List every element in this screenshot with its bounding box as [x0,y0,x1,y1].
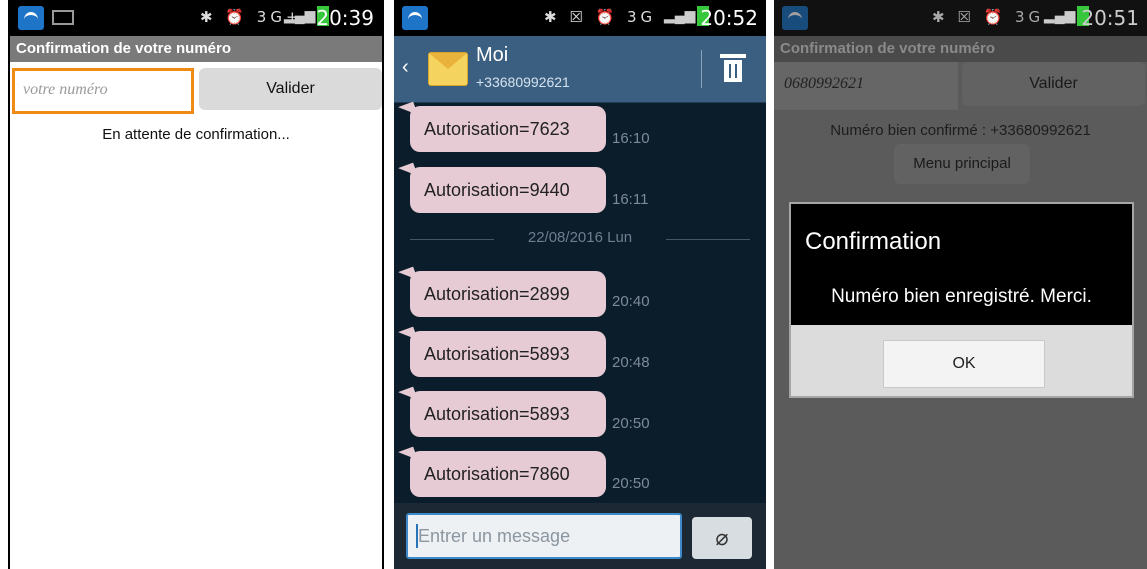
dialog-message: Numéro bien enregistré. Merci. [831,286,1092,307]
signal-icon: ▂▄▆ [664,7,696,24]
mail-notification-icon [52,10,74,25]
phone-screen-2: ✱ ☒ ⏰ 3G ▂▄▆ 20:52 ‹ Moi +33680992621 Au… [394,0,766,569]
wifi-icon [18,6,44,30]
message-bubble[interactable]: Autorisation=5893 [410,331,606,377]
date-separator: 22/08/2016 Lun [410,229,750,249]
date-separator-text: 22/08/2016 Lun [527,229,633,246]
contact-name: Moi [476,44,509,66]
message-time: 20:40 [612,293,650,310]
signal-icon: ▂▄▆ [1044,7,1076,24]
message-time: 16:10 [612,130,650,147]
message-bubble[interactable]: Autorisation=5893 [410,391,606,437]
signal-icon: ▂▄▆ [284,7,316,24]
main-menu-button[interactable]: Menu principal [894,144,1030,184]
confirmation-dialog: Confirmation Numéro bien enregistré. Mer… [789,202,1134,398]
phone-number-input[interactable]: votre numéro [12,68,194,114]
trash-icon[interactable] [720,54,746,82]
message-input[interactable]: Entrer un message [406,513,682,559]
clock: 20:39 [316,6,374,30]
back-chevron-icon[interactable]: ‹ [402,56,409,79]
message-time: 20:50 [612,415,650,432]
dialog-title: Confirmation [805,228,942,255]
validate-button[interactable]: Valider [199,68,382,110]
attach-paperclip-icon[interactable]: ⌀ [692,517,752,559]
envelope-icon [428,52,468,86]
status-message: En attente de confirmation... [102,126,290,143]
status-icons: ✱ ☒ ⏰ 3G [544,8,657,26]
wifi-icon [782,6,808,30]
ok-button[interactable]: OK [883,340,1045,388]
phone-number-input[interactable]: 0680992621 [774,62,958,110]
status-icons: ✱ ☒ ⏰ 3G [932,8,1045,26]
app-title: Confirmation de votre numéro [10,36,382,62]
header-divider [701,50,702,88]
message-bubble[interactable]: Autorisation=9440 [410,167,606,213]
phone-screen-3: ✱ ☒ ⏰ 3G ▂▄▆ 20:51 Confirmation de votre… [774,0,1147,569]
wifi-icon [402,6,428,30]
clock: 20:51 [1081,6,1139,30]
message-bubble[interactable]: Autorisation=2899 [410,271,606,317]
status-bar: ✱ ⏰ 3G+ ▂▄▆ 20:39 [10,0,382,36]
conversation-header: ‹ Moi +33680992621 [394,36,766,103]
confirmed-text: Numéro bien confirmé : +33680992621 [830,122,1091,139]
message-time: 20:50 [612,475,650,492]
app-title: Confirmation de votre numéro [774,36,1147,62]
status-bar: ✱ ☒ ⏰ 3G ▂▄▆ 20:51 [774,0,1147,36]
message-time: 20:48 [612,354,650,371]
composer-bar: Entrer un message ⌀ [394,503,766,569]
status-bar: ✱ ☒ ⏰ 3G ▂▄▆ 20:52 [394,0,766,36]
phone-screen-1: ✱ ⏰ 3G+ ▂▄▆ 20:39 Confirmation de votre … [8,0,384,569]
message-time: 16:11 [612,191,649,208]
clock: 20:52 [700,6,758,30]
validate-button[interactable]: Valider [962,62,1145,106]
contact-number: +33680992621 [476,74,570,90]
message-bubble[interactable]: Autorisation=7623 [410,106,606,152]
message-bubble[interactable]: Autorisation=7860 [410,451,606,497]
